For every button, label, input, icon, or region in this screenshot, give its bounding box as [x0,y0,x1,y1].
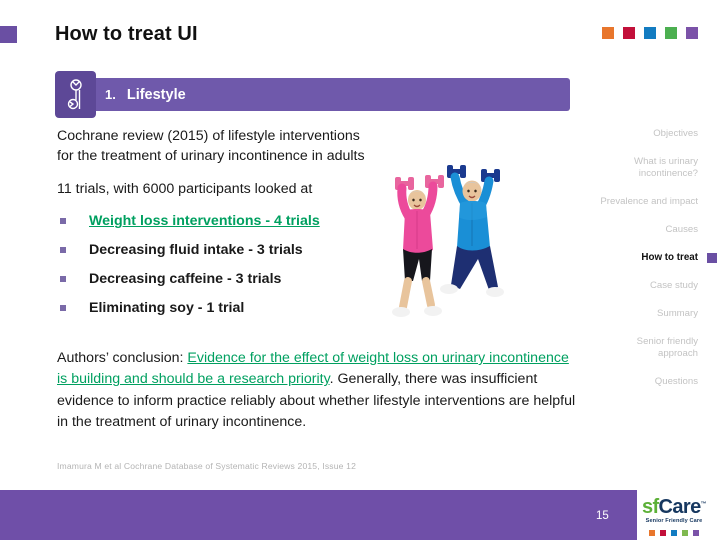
page-title: How to treat UI [55,23,198,45]
nav-item-prevalence-and-impact[interactable]: Prevalence and impact [598,196,698,208]
nav-item-label: Objectives [653,128,698,139]
logo-dot-blue [671,530,677,536]
logo-name: Care [658,496,702,518]
intro-paragraph: Cochrane review (2015) of lifestyle inte… [57,128,365,165]
nav-item-label: Case study [650,280,698,292]
exercise-photo [375,155,525,345]
page-number: 15 [596,510,609,522]
swatch-green [665,27,677,39]
list-item-label: Decreasing caffeine - 3 trials [89,270,282,287]
conclusion-lead: Authors’ conclusion: [57,350,188,366]
nav-item-what-is-urinary-incontinence[interactable]: What is urinary incontinence? [598,156,698,180]
nav-item-questions[interactable]: Questions [598,376,698,388]
nav-item-label: Summary [656,308,698,320]
banner-label: Lifestyle [126,86,186,103]
trials-line: 11 trials, with 6000 participants looked… [57,181,313,198]
nav-item-label: Senior friendly approach [636,336,698,360]
logo-dot-orange [649,530,655,536]
nav-item-senior-friendly-approach[interactable]: Senior friendly approach [598,336,698,360]
list-item-label: Weight loss interventions - 4 trials [89,213,320,230]
footer-bar [0,490,637,540]
nav-item-label: Questions [654,376,698,388]
citation-text: Imamura M et al Cochrane Database of Sys… [57,461,357,471]
logo-dot-crimson [660,530,666,536]
list-item-label: Eliminating soy - 1 trial [89,299,245,316]
logo-prefix: sf [641,496,659,518]
logo-wordmark: sfCare™ [633,497,715,517]
nav-item-label: Causes [665,223,698,235]
bullet-square-icon [60,304,66,311]
nav-item-how-to-treat[interactable]: How to treat [598,251,717,264]
nav-item-objectives[interactable]: Objectives [598,128,698,140]
nav-item-label: Prevalence and impact [600,195,698,207]
corner-accent-chip [0,26,17,43]
sfcare-logo: sfCare™ Senior Friendly Care [633,497,715,536]
nav-item-label: How to treat [641,251,698,263]
section-banner: 1. Lifestyle [55,71,570,118]
nav-item-label: What is urinary incontinence? [634,155,698,179]
nav-item-summary[interactable]: Summary [598,308,698,320]
logo-trademark-icon: ™ [700,501,707,508]
nav-item-causes[interactable]: Causes [598,224,698,236]
logo-tagline: Senior Friendly Care [645,518,703,524]
logo-dot-green [682,530,688,536]
accent-swatch-row [602,27,698,39]
swatch-crimson [623,27,635,39]
swatch-purple [686,27,698,39]
swatch-orange [602,27,614,39]
banner-number: 1. [105,87,116,102]
list-item-label: Decreasing fluid intake - 3 trials [89,242,303,259]
logo-dot-purple [693,530,699,536]
logo-dot-row [633,530,715,536]
conclusion-paragraph: Authors’ conclusion: Evidence for the ef… [57,348,577,433]
swatch-blue [644,27,656,39]
bullet-square-icon [60,247,66,254]
section-nav: Objectives What is urinary incontinence?… [598,128,717,404]
wrench-icon [55,71,96,118]
bullet-square-icon [60,218,66,225]
bullet-square-icon [60,275,66,282]
nav-active-marker-icon [707,252,717,263]
nav-item-case-study[interactable]: Case study [598,280,698,292]
